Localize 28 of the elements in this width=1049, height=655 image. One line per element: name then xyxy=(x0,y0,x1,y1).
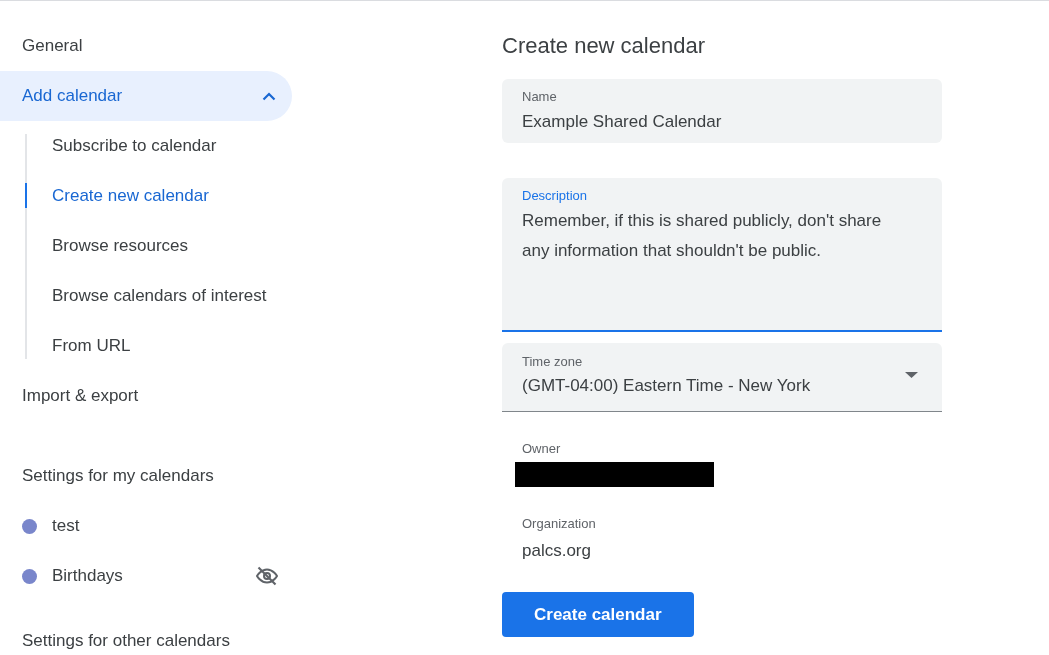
detail-label: Organization xyxy=(522,516,596,532)
caret-icon xyxy=(905,372,918,378)
field-label: Description xyxy=(522,188,588,204)
field-label: Name xyxy=(522,89,557,105)
sidebar-subitem[interactable]: Browse calendars of interest xyxy=(0,271,292,321)
sidebar-subitem[interactable]: Subscribe to calendar xyxy=(0,121,292,171)
field-label: Time zone xyxy=(522,354,583,370)
field-value: (GMT-04:00) Eastern Time - New York xyxy=(522,376,811,396)
detail-value: palcs.org xyxy=(522,541,591,561)
field-value: Example Shared Calendar xyxy=(522,112,722,132)
sidebar-subitem[interactable]: From URL xyxy=(0,321,292,371)
calendar-item[interactable]: test xyxy=(0,501,292,551)
detail-label: Owner xyxy=(522,441,561,457)
sidebar-subitem[interactable]: Create new calendar xyxy=(0,171,292,221)
section-heading: Settings for other calendars xyxy=(21,631,231,651)
text-field[interactable]: Name Example Shared Calendar xyxy=(502,79,942,143)
section-heading: Settings for my calendars xyxy=(21,465,215,487)
sidebar-item[interactable]: Add calendar xyxy=(0,71,292,121)
sidebar-subitem[interactable]: Browse resources xyxy=(0,221,292,271)
page-title: Create new calendar xyxy=(502,32,705,60)
text-area[interactable]: Description Remember, if this is shared publicly, don't share any information that shouldn't be public. xyxy=(502,178,942,332)
sidebar-item[interactable]: General xyxy=(0,21,292,71)
field-value: Remember, if this is shared publicly, don't share any information that shouldn't be public. xyxy=(522,210,883,262)
submit-button[interactable]: Create calendar xyxy=(502,592,694,637)
calendar-item[interactable]: Birthdays xyxy=(0,551,292,601)
eye-off-icon[interactable] xyxy=(256,566,278,586)
sidebar-item[interactable]: Import & export xyxy=(0,371,292,421)
select-field[interactable]: Time zone (GMT-04:00) Eastern Time - New York xyxy=(502,343,942,412)
